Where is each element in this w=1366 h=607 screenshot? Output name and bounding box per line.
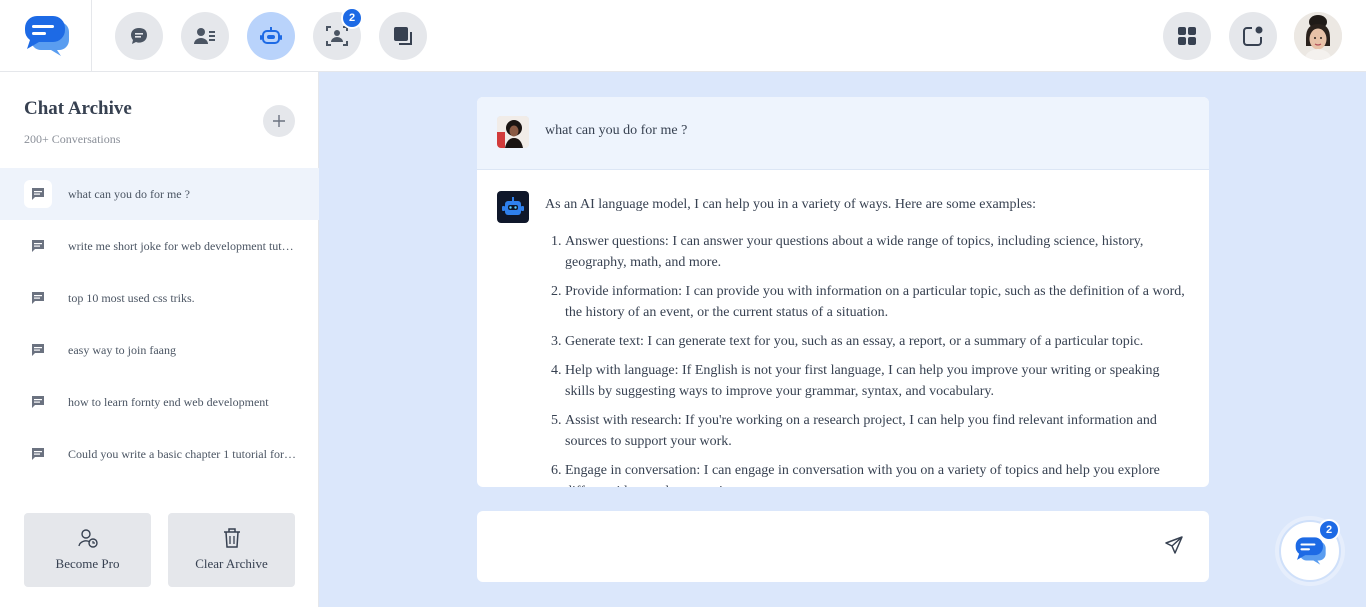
clear-archive-button[interactable]: Clear Archive	[168, 513, 295, 587]
answer-item: Assist with research: If you're working …	[565, 410, 1190, 452]
list-item-label: what can you do for me ?	[68, 186, 190, 201]
user-avatar[interactable]	[1294, 12, 1342, 60]
answer-item: Answer questions: I can answer your ques…	[565, 231, 1190, 273]
trash-icon	[223, 528, 240, 548]
chat-bubble-icon	[131, 28, 147, 44]
user-message-avatar	[497, 116, 529, 148]
new-chat-button[interactable]	[263, 105, 295, 137]
archive-title: Chat Archive	[24, 98, 132, 119]
chat-logo-icon	[1295, 537, 1326, 565]
nav-bot-button[interactable]	[247, 12, 295, 60]
message-icon	[24, 440, 52, 468]
list-item[interactable]: easy way to join faang	[0, 324, 319, 376]
notification-icon	[1243, 26, 1263, 46]
bot-answer: As an AI language model, I can help you …	[545, 194, 1190, 487]
floating-chat-badge: 2	[1318, 519, 1340, 541]
list-item[interactable]: Could you write a basic chapter 1 tutori…	[0, 428, 319, 480]
user-list-icon	[194, 28, 215, 44]
nav-copy-button[interactable]	[379, 12, 427, 60]
answer-intro: As an AI language model, I can help you …	[545, 197, 1036, 212]
list-item-label: how to learn fornty end web development	[68, 394, 269, 409]
list-item-label: easy way to join faang	[68, 342, 176, 357]
top-bar: 2	[0, 0, 1366, 72]
answer-item: Provide information: I can provide you w…	[565, 281, 1190, 323]
answer-list: Answer questions: I can answer your ques…	[545, 231, 1190, 487]
list-item[interactable]: write me short joke for web development …	[0, 220, 319, 272]
archive-subtitle: 200+ Conversations	[24, 132, 121, 146]
answer-item: Help with language: If English is not yo…	[565, 360, 1190, 402]
nav-contacts-button[interactable]	[181, 12, 229, 60]
plus-icon	[273, 115, 285, 127]
copy-icon	[394, 27, 412, 45]
list-item[interactable]: top 10 most used css triks.	[0, 272, 319, 324]
become-pro-label: Become Pro	[55, 556, 120, 571]
send-button[interactable]	[1165, 536, 1189, 558]
list-item[interactable]: how to learn fornty end web development	[0, 376, 319, 428]
apps-button[interactable]	[1163, 12, 1211, 60]
user-message-text: what can you do for me ?	[545, 123, 688, 138]
message-icon	[24, 284, 52, 312]
message-icon	[24, 232, 52, 260]
user-photo-icon	[1294, 12, 1342, 60]
group-badge: 2	[341, 7, 363, 29]
floating-chat-button[interactable]: 2	[1279, 519, 1341, 582]
user-message: what can you do for me ?	[477, 97, 1209, 170]
user-photo-icon	[497, 116, 529, 148]
archive-list: what can you do for me ? write me short …	[0, 168, 319, 480]
bot-avatar	[497, 191, 529, 223]
notifications-button[interactable]	[1229, 12, 1277, 60]
user-pro-icon	[77, 529, 98, 548]
app-logo[interactable]	[0, 0, 92, 72]
send-icon	[1165, 536, 1183, 554]
answer-item: Engage in conversation: I can engage in …	[565, 460, 1190, 487]
answer-item: Generate text: I can generate text for y…	[565, 331, 1190, 352]
message-input[interactable]	[477, 511, 1209, 582]
list-item-label: write me short joke for web development …	[68, 238, 296, 253]
clear-archive-label: Clear Archive	[195, 556, 268, 571]
nav-chats-button[interactable]	[115, 12, 163, 60]
robot-icon	[260, 27, 282, 44]
chat-conversation: what can you do for me ? As an AI langua…	[477, 97, 1209, 487]
message-icon	[24, 336, 52, 364]
grid-icon	[1178, 27, 1196, 45]
message-icon	[24, 180, 52, 208]
chat-logo-icon	[24, 16, 69, 56]
list-item-label: Could you write a basic chapter 1 tutori…	[68, 446, 296, 461]
become-pro-button[interactable]: Become Pro	[24, 513, 151, 587]
group-frame-icon	[326, 26, 348, 46]
message-icon	[24, 388, 52, 416]
robot-icon	[502, 197, 524, 215]
chat-archive-sidebar: Chat Archive 200+ Conversations what can…	[0, 72, 319, 607]
list-item-label: top 10 most used css triks.	[68, 290, 195, 305]
nav-group-button[interactable]: 2	[313, 7, 363, 60]
list-item[interactable]: what can you do for me ?	[0, 168, 319, 220]
